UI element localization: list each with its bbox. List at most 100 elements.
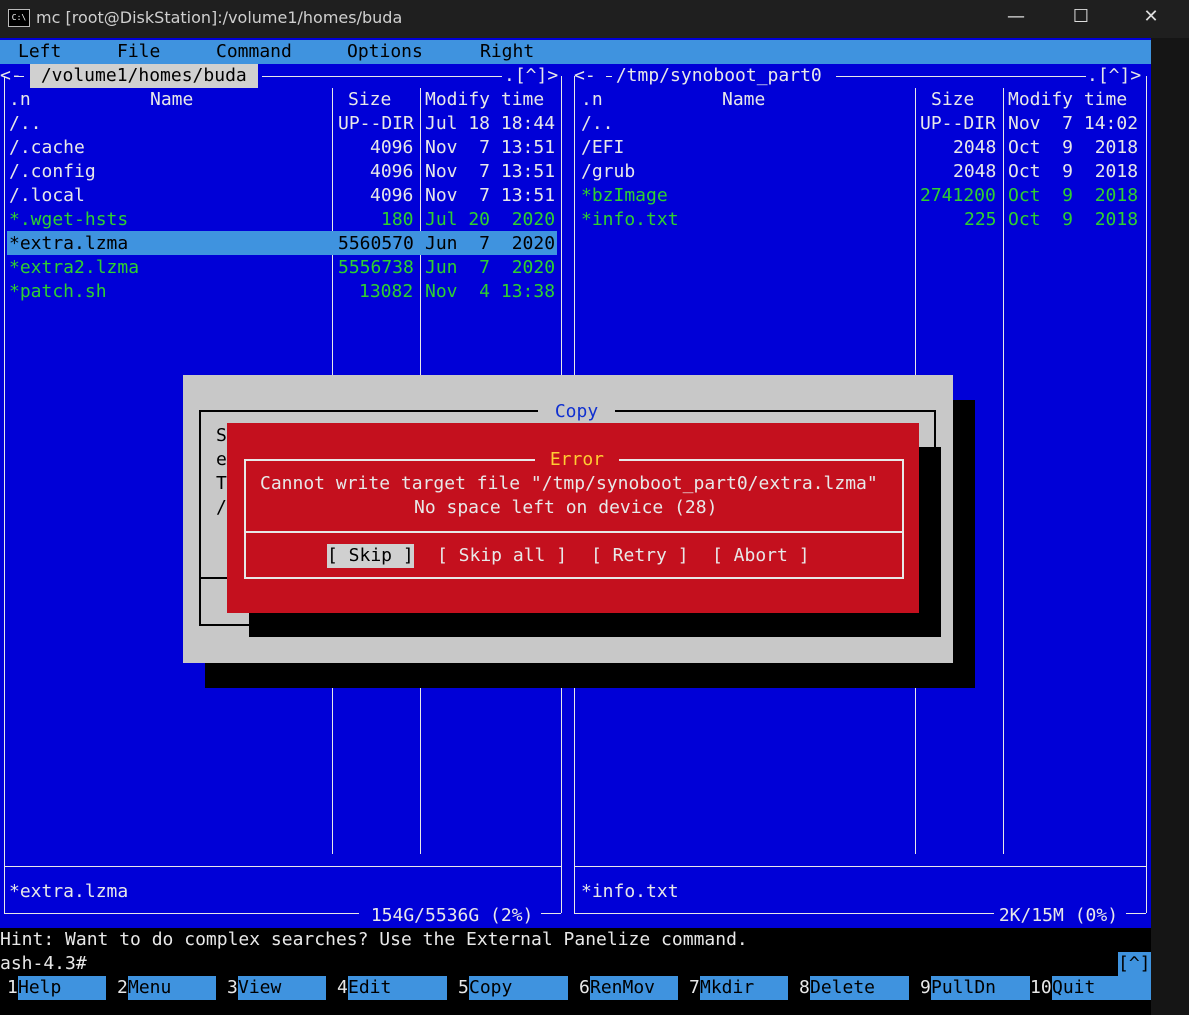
copy-dialog-text: S [216,425,227,446]
copy-dialog-text: T [216,473,227,494]
fkey-number: 9 [920,976,931,1000]
fkey-pulldn[interactable]: PullDn [931,976,1030,1000]
file-date: Jun 7 2020 [425,257,556,278]
right-header-name[interactable]: Name [722,88,765,112]
file-date: Oct 9 2018 [1008,185,1139,206]
left-panel-free-space: 154G/5536G (2%) [360,905,545,926]
left-panel-history-marker[interactable]: .[^]> [504,64,558,88]
fkey-quit[interactable]: Quit [1052,976,1151,1000]
menu-left[interactable]: Left [18,40,61,64]
close-button[interactable]: ✕ [1128,0,1174,34]
right-header-size[interactable]: Size [931,88,974,112]
error-dialog-title: Error [535,448,619,472]
copy-dialog-title: Copy [538,400,616,424]
fkey-view[interactable]: View [238,976,326,1000]
file-date: Oct 9 2018 [1008,137,1139,158]
terminal-scrollbar[interactable] [1151,38,1189,1015]
left-panel-path[interactable]: /volume1/homes/buda [30,64,258,88]
fkey-number: 3 [227,976,238,1000]
fkey-number: 6 [579,976,590,1000]
right-header-time[interactable]: Modify time [1008,88,1127,112]
file-name[interactable]: /.config [9,160,96,184]
file-name[interactable]: /grub [581,160,635,184]
fkey-number: 5 [458,976,469,1000]
file-name-selected[interactable]: *extra.lzma [9,232,128,256]
minimize-button[interactable]: — [993,0,1039,34]
fkey-help[interactable]: Help [18,976,106,1000]
file-size: 4096 [370,137,414,158]
fkey-number: 1 [7,976,18,1000]
file-size: 225 [964,209,997,230]
file-size: UP--DIR [338,113,414,134]
retry-button[interactable]: [ Retry ] [591,544,689,568]
fkey-menu[interactable]: Menu [128,976,216,1000]
file-name[interactable]: /.cache [9,136,85,160]
file-date: Nov 4 13:38 [425,281,556,302]
shell-prompt[interactable]: ash-4.3# [0,952,87,976]
file-size: 5556738 [338,257,414,278]
file-size: 180 [381,209,414,230]
left-header-time[interactable]: Modify time [425,88,544,112]
file-date: Oct 9 2018 [1008,209,1139,230]
fkey-number: 10 [1030,976,1052,1000]
left-header-name[interactable]: Name [150,88,193,112]
right-panel-history-marker[interactable]: .[^]> [1087,64,1141,88]
file-name[interactable]: *patch.sh [9,280,107,304]
fkey-delete[interactable]: Delete [810,976,909,1000]
terminal-icon: C:\ [8,9,30,27]
file-date: Nov 7 14:02 [1008,113,1139,134]
menu-file[interactable]: File [117,40,160,64]
right-panel-frame-corner: <- [574,65,596,86]
right-panel-path[interactable]: /tmp/synoboot_part0 [605,64,833,88]
hint-line: Hint: Want to do complex searches? Use t… [0,929,748,950]
file-size: 13082 [359,281,414,302]
file-size: 2048 [953,161,997,182]
menu-right[interactable]: Right [480,40,534,64]
file-name[interactable]: /.. [581,112,614,136]
fkey-renmov[interactable]: RenMov [590,976,678,1000]
file-name[interactable]: /EFI [581,136,624,160]
file-name[interactable]: *bzImage [581,184,668,208]
left-header-sort[interactable]: .n [9,88,31,112]
file-size: 4096 [370,161,414,182]
file-size: 4096 [370,185,414,206]
copy-dialog-text: / [216,497,227,518]
menu-options[interactable]: Options [347,40,423,64]
file-size: 2741200 [920,185,996,206]
skip-all-button[interactable]: [ Skip all ] [437,544,567,568]
prompt-history-marker[interactable]: [^] [1118,952,1151,976]
file-size: 5560570 [338,233,414,254]
error-dialog: Error Cannot write target file "/tmp/syn… [227,423,919,613]
file-date: Jul 18 18:44 [425,113,556,134]
file-date: Nov 7 13:51 [425,137,556,158]
fkey-number: 4 [337,976,348,1000]
fkey-mkdir[interactable]: Mkdir [700,976,788,1000]
skip-button[interactable]: [ Skip ] [327,544,414,568]
file-name[interactable]: *.wget-hsts [9,208,128,232]
file-name[interactable]: /.. [9,112,42,136]
maximize-button[interactable]: ☐ [1058,0,1104,34]
fkey-copy[interactable]: Copy [469,976,568,1000]
menu-command[interactable]: Command [216,40,292,64]
file-name[interactable]: /.local [9,184,85,208]
file-date: Nov 7 13:51 [425,185,556,206]
menu-bar: Left File Command Options Right [0,40,1151,64]
right-header-sort[interactable]: .n [581,88,603,112]
left-panel-status: *extra.lzma [9,881,129,902]
left-panel-frame-corner: <- [0,65,22,86]
fkey-number: 8 [799,976,810,1000]
file-name[interactable]: *extra2.lzma [9,256,139,280]
left-header-size[interactable]: Size [348,88,391,112]
file-date: Jul 20 2020 [425,209,556,230]
file-date: Oct 9 2018 [1008,161,1139,182]
fkey-edit[interactable]: Edit [348,976,447,1000]
error-message-line2: No space left on device (28) [414,497,718,518]
window-title: mc [root@DiskStation]:/volume1/homes/bud… [36,8,403,27]
file-date: Jun 7 2020 [425,233,556,254]
file-name[interactable]: *info.txt [581,208,679,232]
file-date: Nov 7 13:51 [425,161,556,182]
copy-dialog-text: e [216,449,227,470]
right-panel-free-space: 2K/15M (0%) [988,905,1129,926]
abort-button[interactable]: [ Abort ] [712,544,810,568]
error-message-line1: Cannot write target file "/tmp/synoboot_… [260,473,878,494]
